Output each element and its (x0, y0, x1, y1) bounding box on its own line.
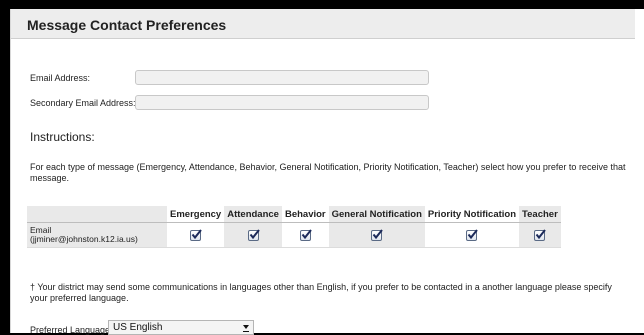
email-priority-notification-checkbox[interactable] (466, 228, 479, 241)
table-row: Email (jjminer@johnston.k12.ia.us) (27, 222, 561, 248)
cell-general-notification (328, 222, 425, 248)
panel-header: Message Contact Preferences (11, 9, 635, 39)
email-address-field[interactable] (135, 70, 429, 85)
email-general-notification-checkbox[interactable] (371, 228, 384, 241)
table-header-row: Emergency Attendance Behavior General No… (27, 206, 561, 223)
column-header-attendance: Attendance (224, 206, 282, 223)
instructions-text: For each type of message (Emergency, Att… (30, 162, 626, 183)
cell-teacher (519, 222, 561, 248)
secondary-email-address-label: Secondary Email Address: (30, 98, 136, 108)
column-header-priority-notification: Priority Notification (424, 206, 520, 223)
email-teacher-checkbox[interactable] (534, 228, 547, 241)
column-header-emergency: Emergency (167, 206, 225, 223)
instructions-heading: Instructions: (30, 130, 95, 144)
channel-column-header (27, 206, 167, 223)
checkmark-icon (249, 228, 260, 239)
language-note: † Your district may send some communicat… (30, 282, 612, 303)
message-contact-preferences-panel: Message Contact Preferences Email Addres… (10, 9, 644, 335)
email-behavior-checkbox[interactable] (299, 228, 312, 241)
checkmark-icon (536, 228, 547, 239)
column-header-teacher: Teacher (519, 206, 561, 223)
email-attendance-checkbox[interactable] (247, 228, 260, 241)
cell-emergency (167, 222, 225, 248)
checkmark-icon (301, 228, 312, 239)
message-preferences-table: Emergency Attendance Behavior General No… (27, 206, 561, 248)
secondary-email-address-field[interactable] (135, 95, 429, 110)
email-address-label: Email Address: (30, 73, 91, 83)
column-header-behavior: Behavior (281, 206, 329, 223)
email-emergency-checkbox[interactable] (190, 228, 202, 241)
channel-cell: Email (jjminer@johnston.k12.ia.us) (27, 222, 167, 248)
preferred-language-label: Preferred Language (30, 325, 111, 335)
cell-priority-notification (424, 222, 520, 248)
preferred-language-value: US English (113, 322, 163, 333)
page-title: Message Contact Preferences (27, 17, 227, 33)
channel-email-address: (jjminer@johnston.k12.ia.us) (30, 234, 138, 244)
cell-attendance (224, 222, 282, 248)
checkmark-icon (191, 228, 202, 239)
column-header-general-notification: General Notification (328, 206, 425, 223)
cell-behavior (281, 222, 329, 248)
checkmark-icon (468, 228, 479, 239)
dropdown-arrow-icon[interactable] (241, 322, 251, 333)
checkmark-icon (372, 228, 384, 239)
